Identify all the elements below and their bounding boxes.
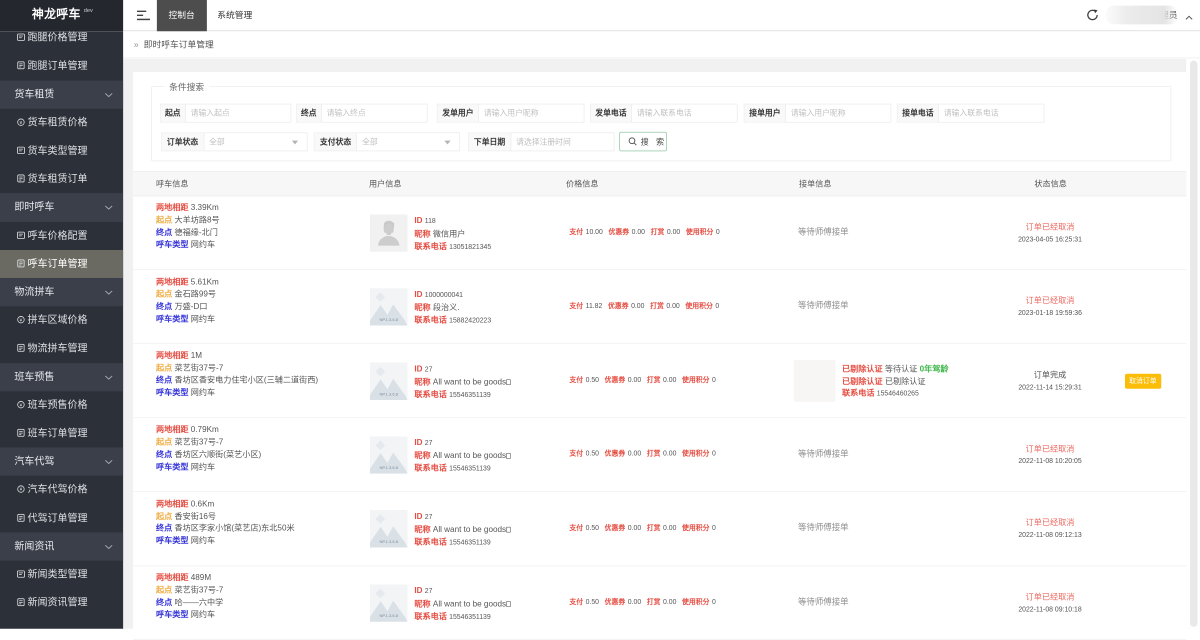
svg-text:¥: ¥	[20, 402, 23, 407]
svg-text:NP.1.3.6.8: NP.1.3.6.8	[379, 317, 398, 322]
svg-text:¥: ¥	[20, 317, 23, 322]
svg-text:NP.1.3.6.8: NP.1.3.6.8	[379, 613, 398, 618]
svg-text:¥: ¥	[20, 120, 23, 125]
svg-text:¥: ¥	[20, 487, 23, 492]
svg-text:NP.1.3.6.8: NP.1.3.6.8	[379, 539, 398, 544]
svg-text:NP.1.3.6.8: NP.1.3.6.8	[379, 391, 398, 396]
svg-text:NP.1.3.6.8: NP.1.3.6.8	[379, 465, 398, 470]
